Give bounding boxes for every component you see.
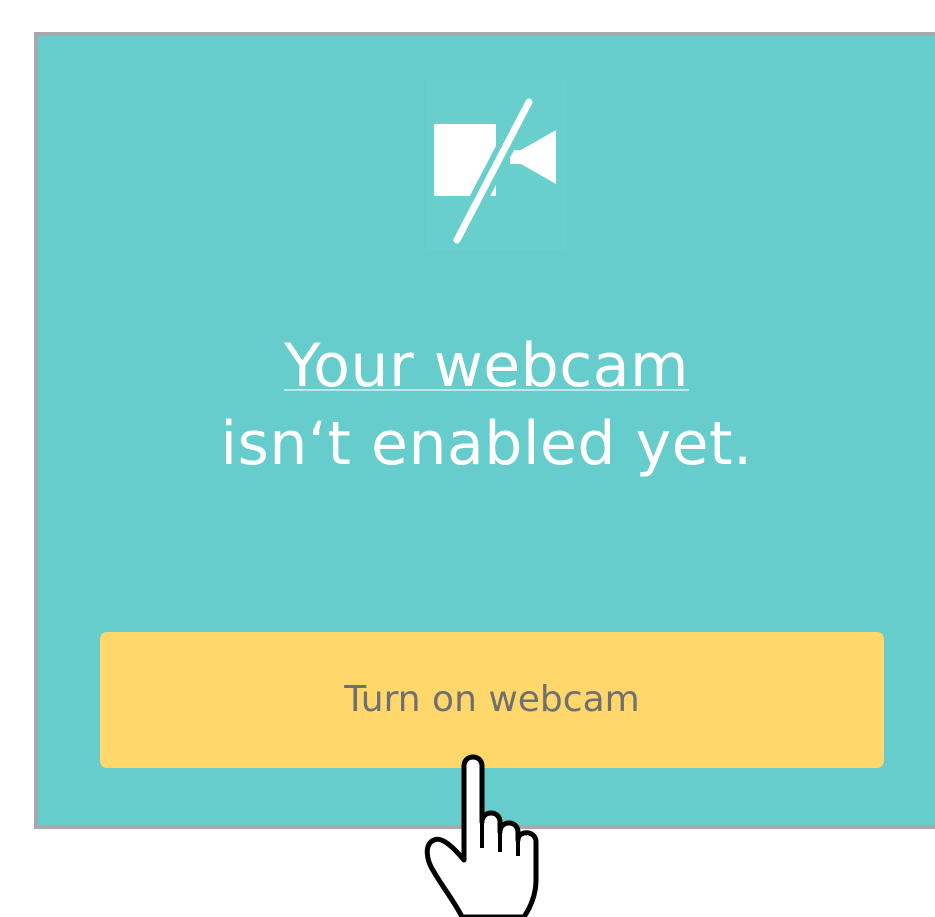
hand-pointer-icon <box>420 736 580 917</box>
message-line-1-text: Your webcam <box>284 326 689 406</box>
page: Your webcam isn‘t enabled yet. Turn on w… <box>0 0 935 917</box>
webcam-off-icon <box>427 80 567 250</box>
message-line-2-text: isn‘t enabled yet. <box>220 409 753 479</box>
webcam-disabled-message-line-1: Your webcam <box>38 326 935 406</box>
webcam-disabled-message-line-2: isn‘t enabled yet. <box>38 404 935 484</box>
webcam-panel: Your webcam isn‘t enabled yet. Turn on w… <box>34 32 935 829</box>
